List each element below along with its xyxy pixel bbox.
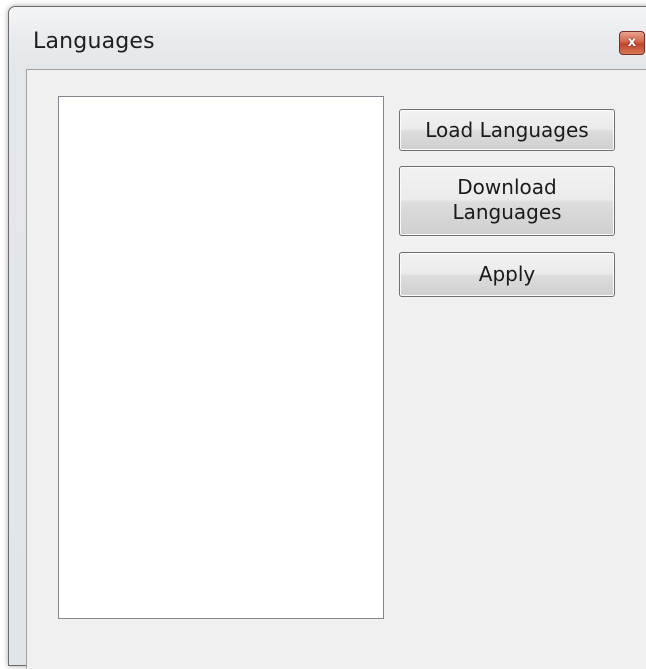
download-languages-button[interactable]: Download Languages xyxy=(399,166,615,236)
window-title: Languages xyxy=(33,29,155,54)
apply-button[interactable]: Apply xyxy=(399,252,615,297)
close-icon: x xyxy=(627,35,637,50)
close-button[interactable]: x xyxy=(619,31,645,55)
load-languages-button[interactable]: Load Languages xyxy=(399,109,615,151)
title-bar[interactable]: Languages x xyxy=(9,7,646,65)
languages-dialog: Languages x Load Languages Download Lang… xyxy=(8,6,646,669)
languages-listbox[interactable] xyxy=(58,96,384,619)
dialog-client-area: Load Languages Download Languages Apply xyxy=(26,69,646,669)
